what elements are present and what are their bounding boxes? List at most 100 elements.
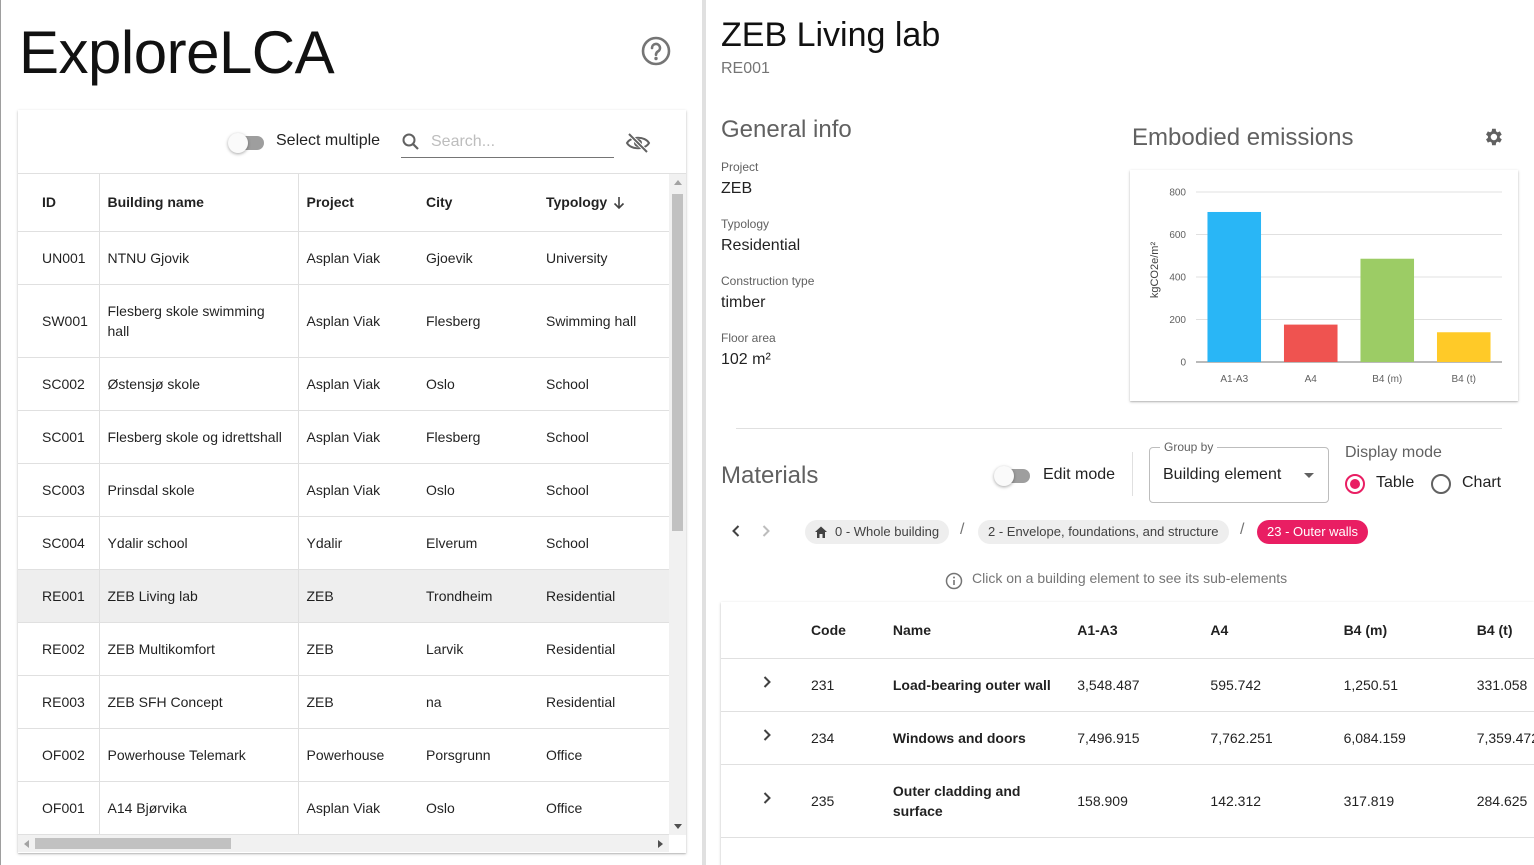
breadcrumb-whole-building[interactable]: 0 - Whole building xyxy=(805,520,950,544)
settings-icon[interactable] xyxy=(1482,126,1504,148)
chevron-right-icon[interactable] xyxy=(756,521,776,541)
chart-bar[interactable] xyxy=(1283,324,1338,362)
chart-x-tick-label: A4 xyxy=(1305,374,1318,385)
cell-city: Flesberg xyxy=(418,410,538,464)
breadcrumb-outer-walls[interactable]: 23 - Outer walls xyxy=(1257,520,1369,544)
building-title: ZEB Living lab xyxy=(721,16,941,54)
display-mode-label: Display mode xyxy=(1345,444,1442,461)
cell-typology: Residential xyxy=(538,622,669,676)
buildings-table-card: Select multiple ID Building name Project… xyxy=(18,110,686,853)
cell-b4-t: 7,359.472 xyxy=(1468,711,1534,765)
cell-a4: 142.312 xyxy=(1202,764,1336,838)
display-mode-table-label[interactable]: Table xyxy=(1376,474,1414,492)
expand-row-button[interactable] xyxy=(721,711,803,765)
cell-project: Asplan Viak xyxy=(298,410,418,464)
expand-row-button[interactable] xyxy=(721,658,803,712)
cell-project: Asplan Viak xyxy=(298,231,418,285)
info-icon xyxy=(945,572,963,590)
column-header-typology-label: Typology xyxy=(546,194,608,211)
display-mode-chart-label[interactable]: Chart xyxy=(1462,474,1501,492)
cell-typology: School xyxy=(538,463,669,517)
cell-a1-a3: 7,496.915 xyxy=(1069,711,1203,765)
vertical-scrollbar[interactable] xyxy=(669,174,686,835)
cell-city: Oslo xyxy=(418,463,538,517)
group-by-select[interactable]: Group by Building element xyxy=(1149,440,1329,503)
building-list-panel: ExploreLCA Select multiple ID Build xyxy=(0,0,702,865)
chart-y-tick-label: 800 xyxy=(1169,188,1186,199)
select-multiple-toggle[interactable] xyxy=(228,132,264,153)
chevron-left-icon[interactable] xyxy=(726,521,746,541)
table-row[interactable]: SC003 Prinsdal skole Asplan Viak Oslo School xyxy=(18,463,669,517)
select-multiple-label: Select multiple xyxy=(276,132,381,149)
cell-building-name: Østensjø skole xyxy=(99,357,299,411)
display-mode-chart-radio[interactable] xyxy=(1431,474,1451,494)
table-row[interactable]: RE003 ZEB SFH Concept ZEB na Residential xyxy=(18,675,669,729)
cell-building-name: A14 Bjørvika xyxy=(99,781,299,835)
cell-b4-m: 6,084.159 xyxy=(1335,711,1469,765)
table-row[interactable]: SC001 Flesberg skole og idrettshall Asplan… xyxy=(18,410,669,464)
visibility-off-icon[interactable] xyxy=(625,130,651,156)
materials-table-card: Code Name A1-A3 A4 B4 (m) B4 (t) 231 Load… xyxy=(721,602,1534,865)
table-row[interactable]: SW001 Flesberg skole swimming hall Asplan … xyxy=(18,284,669,358)
general-info-title: General info xyxy=(721,116,852,143)
breadcrumb-whole-building-label: 0 - Whole building xyxy=(835,524,940,539)
embodied-emissions-title: Embodied emissions xyxy=(1132,124,1354,151)
chevron-right-icon xyxy=(763,729,771,741)
cell-code: 235 xyxy=(802,764,885,838)
table-row[interactable]: SC004 Ydalir school Ydalir Elverum School xyxy=(18,516,669,570)
cell-project: ZEB xyxy=(298,569,418,623)
cell-typology: Office xyxy=(538,728,669,782)
table-toolbar: Select multiple xyxy=(18,110,686,174)
table-row[interactable]: RE001 ZEB Living lab ZEB Trondheim Residenti… xyxy=(18,569,669,623)
column-header-code: Code xyxy=(802,602,885,659)
cell-a4: 7,762.251 xyxy=(1202,711,1336,765)
column-header-b4-m: B4 (m) xyxy=(1335,602,1469,659)
hint-text: Click on a building element to see its s… xyxy=(945,570,1288,590)
cell-a4: 595.742 xyxy=(1202,658,1336,712)
info-value-project: ZEB xyxy=(721,180,753,197)
cell-name: Outer cladding and surface xyxy=(884,764,1070,838)
building-id: RE001 xyxy=(721,60,770,77)
cell-id: OF001 xyxy=(18,781,100,835)
info-label-typology: Typology xyxy=(721,217,770,231)
table-row[interactable]: SC002 Østensjø skole Asplan Viak Oslo School xyxy=(18,357,669,411)
expand-row-button[interactable] xyxy=(721,764,803,838)
table-row[interactable]: 234 Windows and doors 7,496.915 7,762.251 6,… xyxy=(721,711,1534,765)
table-row[interactable]: 231 Load-bearing outer wall 3,548.487 595.7… xyxy=(721,658,1534,712)
chart-bar[interactable] xyxy=(1436,332,1491,362)
edit-mode-toggle[interactable] xyxy=(994,465,1030,486)
column-header-name: Name xyxy=(884,602,1070,659)
column-header-id[interactable]: ID xyxy=(18,174,100,232)
chart-bar[interactable] xyxy=(1207,211,1262,362)
home-icon xyxy=(815,526,827,538)
cell-id: OF002 xyxy=(18,728,100,782)
table-row[interactable]: 235 Outer cladding and surface 158.909 142.… xyxy=(721,764,1534,838)
breadcrumb-envelope[interactable]: 2 - Envelope, foundations, and structure xyxy=(978,520,1229,544)
column-header-city[interactable]: City xyxy=(418,174,538,232)
display-mode-table-radio[interactable] xyxy=(1345,474,1365,494)
cell-typology: Office xyxy=(538,781,669,835)
cell-b4-m: 317.819 xyxy=(1335,764,1469,838)
horizontal-scrollbar[interactable] xyxy=(18,835,669,852)
hint-label: Click on a building element to see its s… xyxy=(972,570,1288,586)
cell-project: Asplan Viak xyxy=(298,357,418,411)
cell-city: Flesberg xyxy=(418,284,538,358)
emissions-chart-card: 0 200 400 600 800 A1-A3 A4 B4 (m) B4 (t) kgCO2e/… xyxy=(1130,170,1518,401)
search-input[interactable] xyxy=(431,132,611,152)
chart-bar[interactable] xyxy=(1360,258,1415,362)
column-header-building-name[interactable]: Building name xyxy=(99,174,299,232)
help-icon[interactable] xyxy=(640,35,672,67)
cell-city: Trondheim xyxy=(418,569,538,623)
app-title: ExploreLCA xyxy=(19,19,335,86)
buildings-table: ID Building name Project City Typology U… xyxy=(18,174,669,835)
cell-id: SC001 xyxy=(18,410,100,464)
table-header-row: Code Name A1-A3 A4 B4 (m) B4 (t) xyxy=(721,602,1534,659)
materials-title: Materials xyxy=(721,462,819,489)
table-row[interactable]: UN001 NTNU Gjovik Asplan Viak Gjoevik Univer… xyxy=(18,231,669,285)
cell-city: Elverum xyxy=(418,516,538,570)
table-row[interactable]: OF001 A14 Bjørvika Asplan Viak Oslo Office xyxy=(18,781,669,835)
table-row[interactable]: OF002 Powerhouse Telemark Powerhouse Porsgr… xyxy=(18,728,669,782)
column-header-project[interactable]: Project xyxy=(298,174,418,232)
table-row[interactable]: RE002 ZEB Multikomfort ZEB Larvik Residentia… xyxy=(18,622,669,676)
column-header-typology[interactable]: Typology xyxy=(538,174,669,232)
